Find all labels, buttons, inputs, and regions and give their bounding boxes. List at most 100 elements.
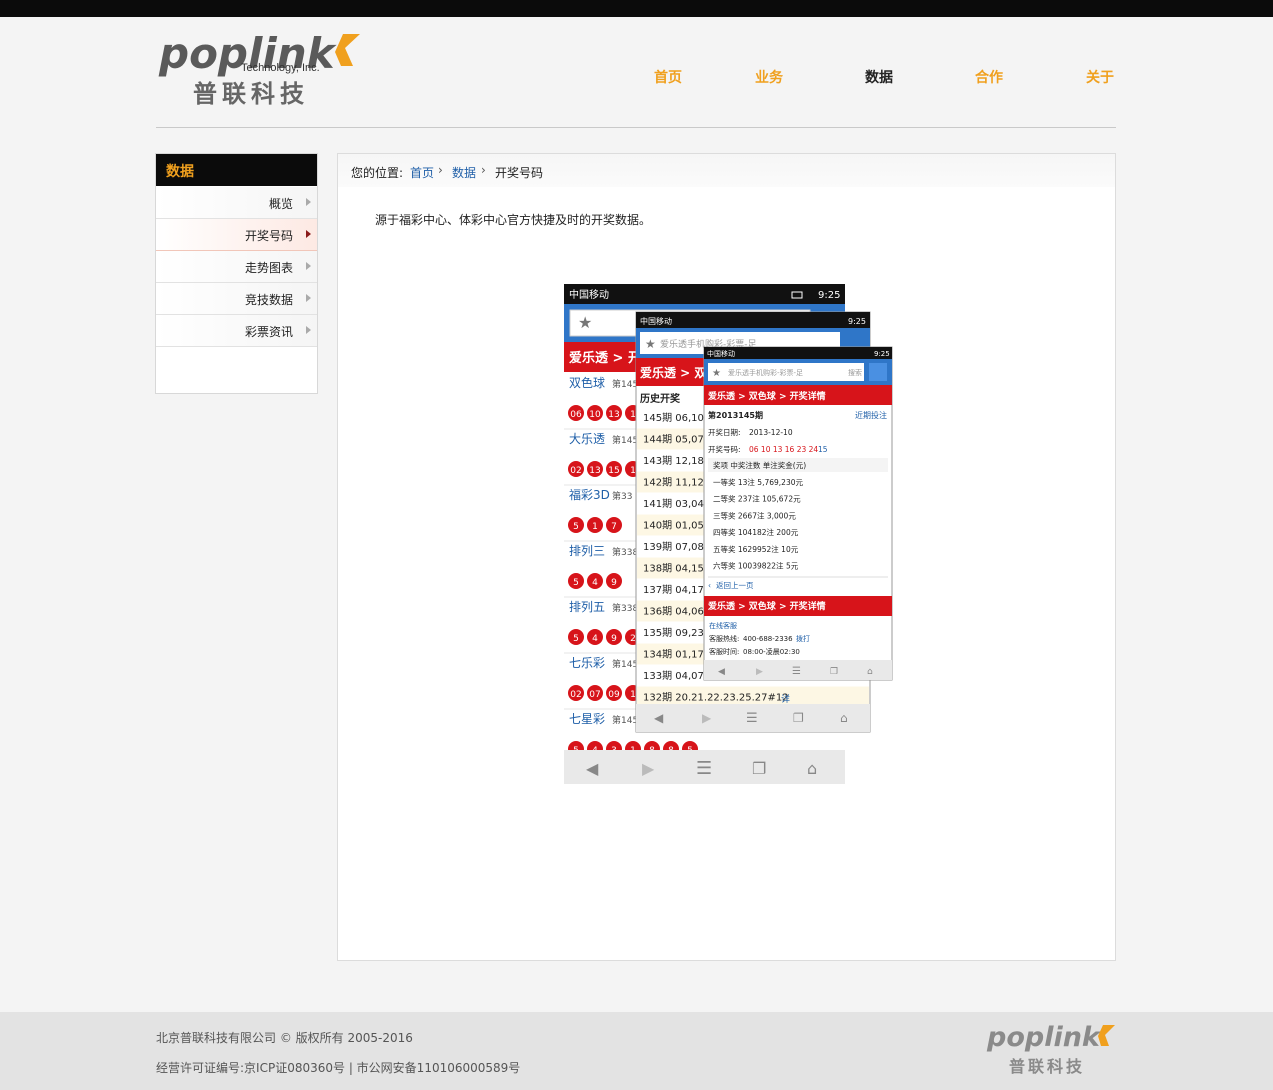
history-row: 143期 12,18, (643, 455, 707, 467)
breadcrumb: 您的位置: 首页 › 数据 › 开奖号码 (338, 154, 1115, 187)
lottery-name: 七乐彩 (569, 656, 605, 670)
breadcrumb-prefix: 您的位置: (351, 166, 404, 180)
lottery-name: 福彩3D (569, 487, 610, 502)
status-time: 9:25 (848, 317, 866, 326)
menu-icon: ☰ (696, 758, 712, 779)
sidebar-item-lottery-news[interactable]: 彩票资讯 (156, 315, 317, 347)
sidebar-item-label: 概览 (268, 197, 293, 211)
history-row: 136期 04,06, (643, 606, 707, 618)
lottery-issue: 第33 (612, 490, 632, 502)
ball-number: 5 (573, 634, 579, 644)
ball-number: 09 (608, 690, 620, 700)
screen3-search-placeholder: 搜索 (848, 368, 862, 377)
history-row: 145期 06,10, (643, 412, 707, 424)
lottery-issue: 第338 (612, 602, 638, 614)
nav-business[interactable]: 业务 (755, 67, 783, 87)
screen3-issue: 第2013145期 (708, 410, 763, 420)
ball-number: 13 (608, 410, 619, 420)
dial-link: 拨打 (796, 634, 810, 643)
back-link: 返回上一页 (716, 581, 754, 590)
back-icon: ◀ (654, 711, 664, 725)
sidebar-item-trend-charts[interactable]: 走势图表 (156, 251, 317, 283)
history-row: 140期 01,05, (643, 520, 707, 532)
star-icon: ★ (578, 313, 592, 332)
ball-number: 02 (570, 690, 581, 700)
chevron-right-icon (306, 294, 311, 302)
home-icon: ⌂ (807, 759, 817, 778)
status-carrier: 中国移动 (569, 288, 609, 301)
lottery-issue: 第145 (612, 434, 638, 446)
sidebar-item-label: 走势图表 (244, 261, 293, 275)
tabs-icon: ❐ (830, 667, 838, 677)
logo-mark (335, 34, 360, 66)
footer-logo-mark (1098, 1025, 1115, 1046)
lottery-issue: 第145 (612, 378, 638, 390)
lottery-name: 双色球 (569, 376, 605, 390)
ball-number: 13 (589, 466, 600, 476)
status-carrier: 中国移动 (707, 349, 735, 358)
lottery-name: 排列三 (569, 544, 605, 558)
breadcrumb-home-link[interactable]: 首页 (410, 164, 434, 181)
main-content: 您的位置: 首页 › 数据 › 开奖号码 源于福彩中心、体彩中心官方快捷及时的开… (337, 153, 1116, 961)
prize-row: 三等奖 2667注 3,000元 (713, 510, 796, 520)
history-row: 139期 07,08, (643, 541, 707, 553)
sidebar-item-sports-data[interactable]: 竞技数据 (156, 283, 317, 315)
status-carrier: 中国移动 (640, 316, 672, 326)
service-hours: 08:00-凌晨02:30 (743, 647, 800, 656)
breadcrumb-separator-icon: › (481, 163, 486, 177)
history-row: 134期 01,17, (643, 649, 707, 661)
lottery-issue: 第145 (612, 658, 638, 670)
draw-date-label: 开奖日期: (708, 427, 741, 437)
chevron-right-icon (306, 230, 311, 238)
lottery-name: 大乐透 (569, 432, 605, 446)
sidebar-item-overview[interactable]: 概览 (156, 187, 317, 219)
prize-row: 一等奖 13注 5,769,230元 (713, 477, 803, 487)
breadcrumb-section-link[interactable]: 数据 (452, 164, 476, 181)
screen-3: 中国移动 9:25 ★ 爱乐透手机购彩-彩票-足 搜索 爱乐透 > 双色球 > … (703, 346, 893, 681)
prize-table-header: 奖项 中奖注数 单注奖金(元) (713, 460, 806, 470)
history-row: 132期 20.21.22.23.25.27#12 (643, 692, 789, 704)
online-service-link: 在线客服 (709, 621, 737, 630)
ball-number: 06 (570, 410, 582, 420)
ball-number: 5 (573, 522, 579, 532)
screen3-header-2: 爱乐透 > 双色球 > 开奖详情 (708, 600, 826, 612)
history-row: 137期 04,17, (643, 584, 707, 596)
chevron-left-icon: ‹ (708, 581, 711, 590)
sidebar-item-label: 竞技数据 (244, 293, 293, 307)
lottery-issue: 第145 (612, 714, 638, 726)
forward-icon: ▶ (756, 667, 763, 677)
hours-label: 客服时间: (709, 647, 739, 656)
sidebar-item-draw-numbers[interactable]: 开奖号码 (156, 219, 317, 251)
prize-row: 二等奖 237注 105,672元 (713, 494, 801, 504)
detail-link: 详 (781, 693, 790, 705)
ball-number: 1 (592, 522, 598, 532)
footer-logo-brand: poplink (986, 1022, 1102, 1053)
prize-row: 四等奖 104182注 200元 (713, 527, 799, 537)
nav-cooperation[interactable]: 合作 (975, 67, 1003, 87)
screen2-section: 历史开奖 (640, 392, 681, 405)
sidebar-item-label: 彩票资讯 (244, 325, 293, 339)
home-icon: ⌂ (840, 711, 848, 725)
status-time: 9:25 (818, 290, 840, 301)
chevron-right-icon (306, 198, 311, 206)
ball-number: 4 (592, 578, 598, 588)
ball-number: 7 (611, 522, 617, 532)
red-balls: 06 10 13 16 23 24 (749, 445, 818, 454)
footer-copyright: 北京普联科技有限公司 © 版权所有 2005-2016 (156, 1031, 413, 1045)
nav-data[interactable]: 数据 (865, 67, 893, 87)
ball-number: 1 (630, 410, 636, 420)
lottery-name: 排列五 (569, 600, 605, 614)
history-row: 141期 03,04, (643, 498, 707, 510)
page-description: 源于福彩中心、体彩中心官方快捷及时的开奖数据。 (375, 213, 652, 227)
nav-about[interactable]: 关于 (1086, 67, 1114, 87)
main-nav: 首页 业务 数据 合作 关于 (0, 67, 1273, 87)
sidebar-item-label: 开奖号码 (244, 229, 293, 243)
sidebar: 数据 概览 开奖号码 走势图表 竞技数据 彩票资讯 (155, 153, 318, 394)
screen2-header: 爱乐透 > 双 (640, 365, 706, 380)
nav-home[interactable]: 首页 (654, 67, 682, 87)
ball-number: 1 (630, 466, 636, 476)
ball-number: 5 (573, 578, 579, 588)
forward-icon: ▶ (642, 759, 655, 778)
ball-number: 1 (630, 690, 636, 700)
history-row: 133期 04,07, (643, 670, 707, 682)
